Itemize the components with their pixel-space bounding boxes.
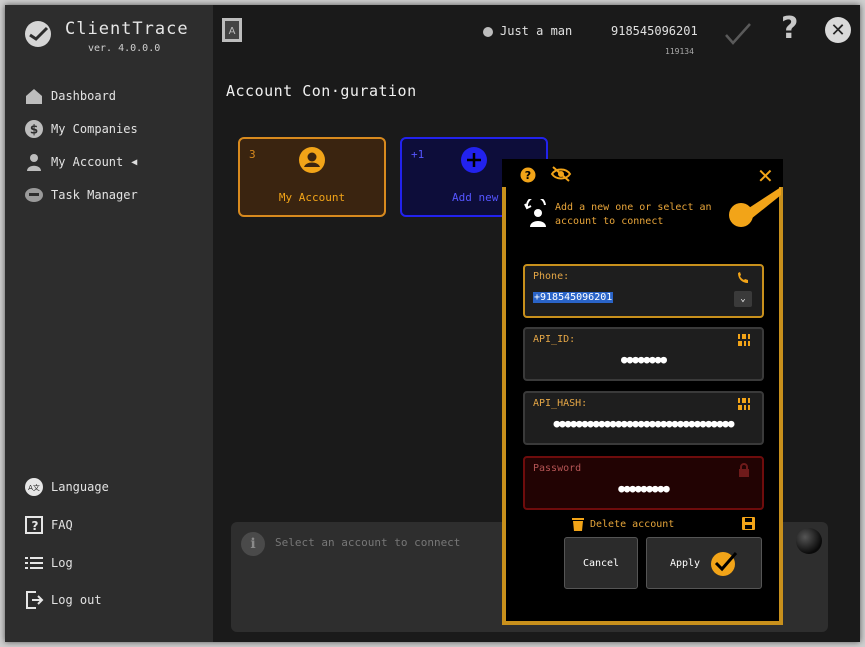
save-icon[interactable] xyxy=(742,517,755,530)
sidebar-item-faq[interactable]: ? FAQ xyxy=(23,513,73,537)
password-input[interactable]: ●●●●●●●●● xyxy=(533,482,754,495)
my-account-card[interactable]: 3 My Account xyxy=(238,137,386,217)
sidebar-item-log[interactable]: Log xyxy=(23,551,73,575)
person-icon xyxy=(23,151,45,173)
dialog-header: ? ✕ xyxy=(502,159,783,188)
binary-icon xyxy=(738,334,750,346)
cancel-button[interactable]: Cancel xyxy=(564,537,638,589)
sidebar-item-label: My Account xyxy=(51,155,124,169)
sidebar-item-label: Log xyxy=(51,556,73,570)
home-icon xyxy=(23,85,45,107)
svg-text:?: ? xyxy=(525,169,531,182)
phone-field[interactable]: Phone: +918545096201 ⌄ xyxy=(523,264,764,318)
trash-icon xyxy=(572,518,584,531)
sidebar-item-log-out[interactable]: Log out xyxy=(23,588,102,612)
app-title: ClientTrace xyxy=(65,19,189,39)
top-bar: A Just a man 918545096201 119134 ? ✕ xyxy=(213,5,860,65)
logout-icon xyxy=(23,589,45,611)
binary-icon xyxy=(738,398,750,410)
api-hash-label: API_HASH: xyxy=(533,398,588,409)
status-indicator xyxy=(796,528,822,554)
info-text: Select an account to connect xyxy=(275,536,461,549)
app-window: ClientTrace ver. 4.0.0.0 Dashboard $ My … xyxy=(5,5,860,642)
active-arrow-icon: ◀ xyxy=(131,156,138,168)
sidebar-item-label: My Companies xyxy=(51,122,138,136)
contacts-book-icon[interactable]: A xyxy=(221,17,243,43)
phone-input[interactable]: +918545096201 xyxy=(533,290,754,303)
lock-icon xyxy=(739,463,749,477)
current-user-phone: 918545096201 xyxy=(611,24,698,38)
add-count: +1 xyxy=(411,148,425,161)
delete-account-label: Delete account xyxy=(590,518,675,530)
api-id-input[interactable]: ●●●●●●●● xyxy=(533,353,754,366)
svg-text:A: A xyxy=(229,26,236,37)
plus-circle-icon xyxy=(461,147,487,173)
current-user-id: 119134 xyxy=(665,47,694,56)
check-circle-icon xyxy=(711,552,738,576)
close-dialog-button[interactable]: ✕ xyxy=(757,164,774,188)
svg-text:A文: A文 xyxy=(28,483,40,492)
api-hash-field[interactable]: API_HASH: ●●●●●●●●●●●●●●●●●●●●●●●●●●●●●●… xyxy=(523,391,764,445)
apply-button[interactable]: Apply xyxy=(646,537,762,589)
chevron-down-icon[interactable]: ⌄ xyxy=(734,291,752,307)
checkmark-icon[interactable] xyxy=(723,21,753,47)
api-id-label: API_ID: xyxy=(533,334,576,345)
sidebar-item-my-account[interactable]: My Account ◀ xyxy=(23,150,137,174)
status-dot xyxy=(483,27,493,37)
sidebar-item-label: Log out xyxy=(51,593,102,607)
app-logo-icon xyxy=(25,21,51,47)
task-icon xyxy=(23,184,45,206)
svg-text:?: ? xyxy=(32,519,39,533)
add-user-icon xyxy=(524,199,546,227)
cancel-button-label: Cancel xyxy=(582,557,620,569)
eye-off-icon[interactable] xyxy=(550,165,572,183)
language-icon: A文 xyxy=(23,476,45,498)
current-user-name: Just a man xyxy=(500,24,573,38)
password-field[interactable]: Password ●●●●●●●●● xyxy=(523,456,764,510)
phone-label: Phone: xyxy=(533,271,570,282)
api-hash-input[interactable]: ●●●●●●●●●●●●●●●●●●●●●●●●●●●●●●●● xyxy=(533,417,754,430)
sidebar-item-dashboard[interactable]: Dashboard xyxy=(23,84,116,108)
resize-handle-icon[interactable] xyxy=(721,187,783,231)
account-circle-icon xyxy=(299,147,325,173)
delete-account-link[interactable]: Delete account xyxy=(572,516,674,532)
sidebar-item-label: Dashboard xyxy=(51,89,117,103)
phone-value: +918545096201 xyxy=(533,292,614,303)
app-version: ver. 4.0.0.0 xyxy=(88,43,161,54)
log-icon xyxy=(23,552,45,574)
card-label: My Account xyxy=(278,191,346,204)
dialog-hint: Add a new one or select an account to co… xyxy=(555,202,712,227)
info-icon: i xyxy=(241,532,265,556)
sidebar-item-label: FAQ xyxy=(51,518,73,532)
svg-text:$: $ xyxy=(30,123,38,137)
apply-button-label: Apply xyxy=(669,557,701,569)
dollar-icon: $ xyxy=(23,118,45,140)
close-window-button[interactable]: ✕ xyxy=(825,17,851,43)
help-icon[interactable]: ? xyxy=(520,167,536,183)
sidebar-item-label: Language xyxy=(51,480,109,494)
sidebar: ClientTrace ver. 4.0.0.0 Dashboard $ My … xyxy=(5,5,213,642)
phone-icon xyxy=(738,272,748,283)
sidebar-item-language[interactable]: A文 Language xyxy=(23,475,109,499)
sidebar-item-my-companies[interactable]: $ My Companies xyxy=(23,117,138,141)
account-dialog: ? ✕ Add a new one or select an account t… xyxy=(502,159,783,625)
sidebar-item-task-manager[interactable]: Task Manager xyxy=(23,183,138,207)
faq-icon: ? xyxy=(23,514,45,536)
sidebar-item-label: Task Manager xyxy=(51,188,138,202)
api-id-field[interactable]: API_ID: ●●●●●●●● xyxy=(523,327,764,381)
page-title: Account Con·guration xyxy=(226,82,417,100)
password-label: Password xyxy=(533,463,582,474)
account-count: 3 xyxy=(249,148,256,161)
help-icon[interactable]: ? xyxy=(781,11,798,46)
